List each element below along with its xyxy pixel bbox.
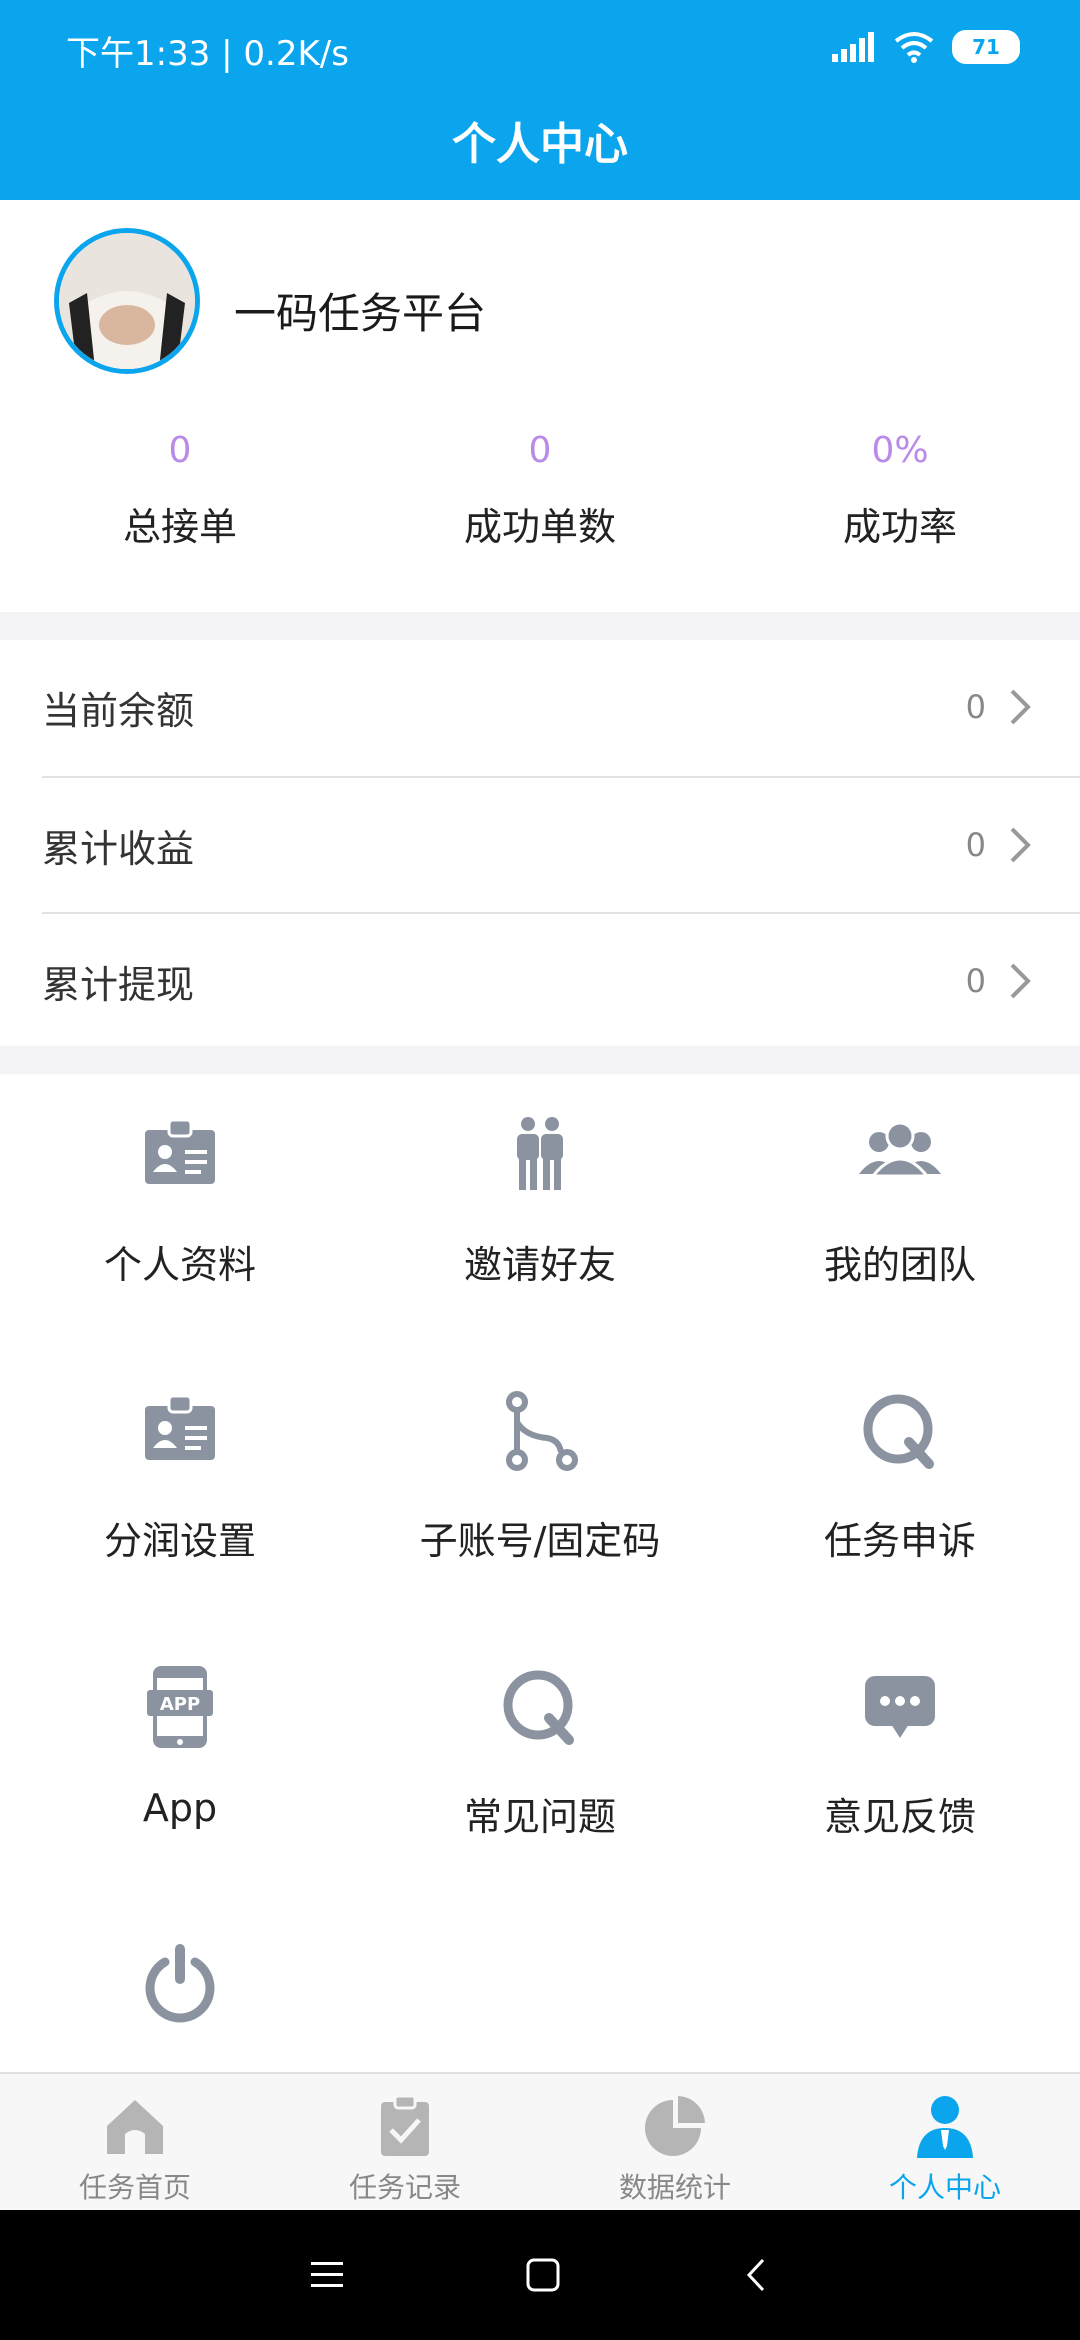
row-total-earnings[interactable]: 累计收益 0 — [42, 778, 1080, 912]
id-card-icon — [145, 1118, 215, 1184]
tab-label: 数据统计 — [618, 2171, 731, 2204]
row-label: 累计收益 — [42, 826, 195, 871]
signal-icon — [832, 32, 874, 62]
chevron-right-icon — [1010, 689, 1031, 725]
grid-item-invite[interactable]: 邀请好友 — [360, 1074, 720, 1344]
tab-data-stats[interactable]: 数据统计 — [540, 2074, 810, 2212]
grid-item-team[interactable]: 我的团队 — [720, 1074, 1080, 1344]
section-gap — [0, 612, 1080, 640]
row-value: 0 — [965, 688, 986, 726]
grid-label: 子账号/固定码 — [419, 1519, 661, 1563]
status-time: 下午1:33 | 0.2K/s — [66, 34, 349, 74]
stat-total-orders: 0 总接单 — [0, 430, 360, 551]
chat-icon — [865, 1676, 935, 1738]
stat-label: 成功率 — [842, 505, 957, 549]
people-icon — [517, 1117, 563, 1190]
pie-chart-icon — [645, 2096, 705, 2156]
row-value: 0 — [965, 962, 986, 1000]
stat-success-orders: 0 成功单数 — [360, 430, 720, 551]
tab-label: 任务首页 — [78, 2171, 191, 2204]
grid-label: 任务申诉 — [823, 1519, 976, 1563]
team-icon — [859, 1121, 941, 1178]
row-label: 累计提现 — [42, 962, 195, 1007]
row-total-withdrawals[interactable]: 累计提现 0 — [42, 914, 1080, 1048]
grid-item-faq[interactable]: 常见问题 — [360, 1626, 720, 1896]
user-icon — [917, 2096, 973, 2158]
stats-row: 0 总接单 0 成功单数 0% 成功率 — [0, 430, 1080, 551]
app-icon: APP — [147, 1666, 213, 1748]
grid-item-app[interactable]: APP App — [0, 1626, 360, 1896]
home-square-icon[interactable] — [525, 2257, 561, 2293]
chevron-right-icon — [1010, 827, 1031, 863]
tab-task-records[interactable]: 任务记录 — [270, 2074, 540, 2212]
tab-label: 任务记录 — [348, 2171, 461, 2204]
stat-label: 总接单 — [122, 505, 237, 549]
grid-label: 意见反馈 — [823, 1795, 976, 1839]
stat-label: 成功单数 — [463, 505, 616, 549]
stat-value: 0 — [528, 430, 552, 471]
battery-indicator: 71 — [952, 30, 1020, 64]
clipboard-icon — [381, 2094, 429, 2156]
branch-icon — [506, 1391, 578, 1471]
grid-item-appeal[interactable]: 任务申诉 — [720, 1350, 1080, 1620]
stat-value: 0 — [168, 430, 192, 471]
grid-label: App — [142, 1786, 218, 1830]
grid-label: 常见问题 — [463, 1795, 616, 1839]
power-icon — [145, 1944, 215, 2023]
status-icons: 71 — [814, 30, 1020, 64]
bottom-tab-bar: 任务首页 任务记录 数据统计 个人中心 — [0, 2072, 1080, 2212]
back-icon[interactable] — [741, 2257, 771, 2293]
row-value: 0 — [965, 826, 986, 864]
grid-label: 个人资料 — [103, 1243, 256, 1287]
wifi-icon — [894, 32, 934, 63]
q-icon — [863, 1394, 934, 1469]
grid-label: 分润设置 — [103, 1519, 256, 1563]
home-icon — [107, 2100, 163, 2154]
grid-label: 邀请好友 — [463, 1243, 616, 1287]
row-current-balance[interactable]: 当前余额 0 — [42, 640, 1080, 774]
user-name: 一码任务平台 — [234, 289, 487, 338]
stat-success-rate: 0% 成功率 — [720, 430, 1080, 551]
grid-label: 我的团队 — [823, 1243, 976, 1287]
menu-icon[interactable] — [309, 2260, 345, 2290]
chevron-right-icon — [1010, 963, 1031, 999]
grid-item-profile[interactable]: 个人资料 — [0, 1074, 360, 1344]
stat-value: 0% — [871, 430, 929, 471]
system-nav-bar — [0, 2210, 1080, 2340]
section-gap — [0, 1046, 1080, 1074]
page-title: 个人中心 — [452, 119, 628, 170]
svg-text:APP: APP — [160, 1694, 200, 1715]
tab-task-home[interactable]: 任务首页 — [0, 2074, 270, 2212]
grid-item-feedback[interactable]: 意见反馈 — [720, 1626, 1080, 1896]
grid-item-sub-account[interactable]: 子账号/固定码 — [360, 1350, 720, 1620]
profile-card: 一码任务平台 0 总接单 0 成功单数 0% 成功率 — [0, 200, 1080, 612]
tab-label: 个人中心 — [888, 2171, 1001, 2204]
row-label: 当前余额 — [42, 688, 195, 733]
tab-personal-center[interactable]: 个人中心 — [810, 2074, 1080, 2212]
account-list: 当前余额 0 累计收益 0 累计提现 0 — [0, 640, 1080, 1074]
avatar[interactable] — [54, 228, 200, 374]
q-icon — [503, 1670, 574, 1745]
grid-item-profit-share[interactable]: 分润设置 — [0, 1350, 360, 1620]
header: 下午1:33 | 0.2K/s 71 个人中心 — [0, 0, 1080, 200]
id-card-icon — [145, 1394, 215, 1460]
